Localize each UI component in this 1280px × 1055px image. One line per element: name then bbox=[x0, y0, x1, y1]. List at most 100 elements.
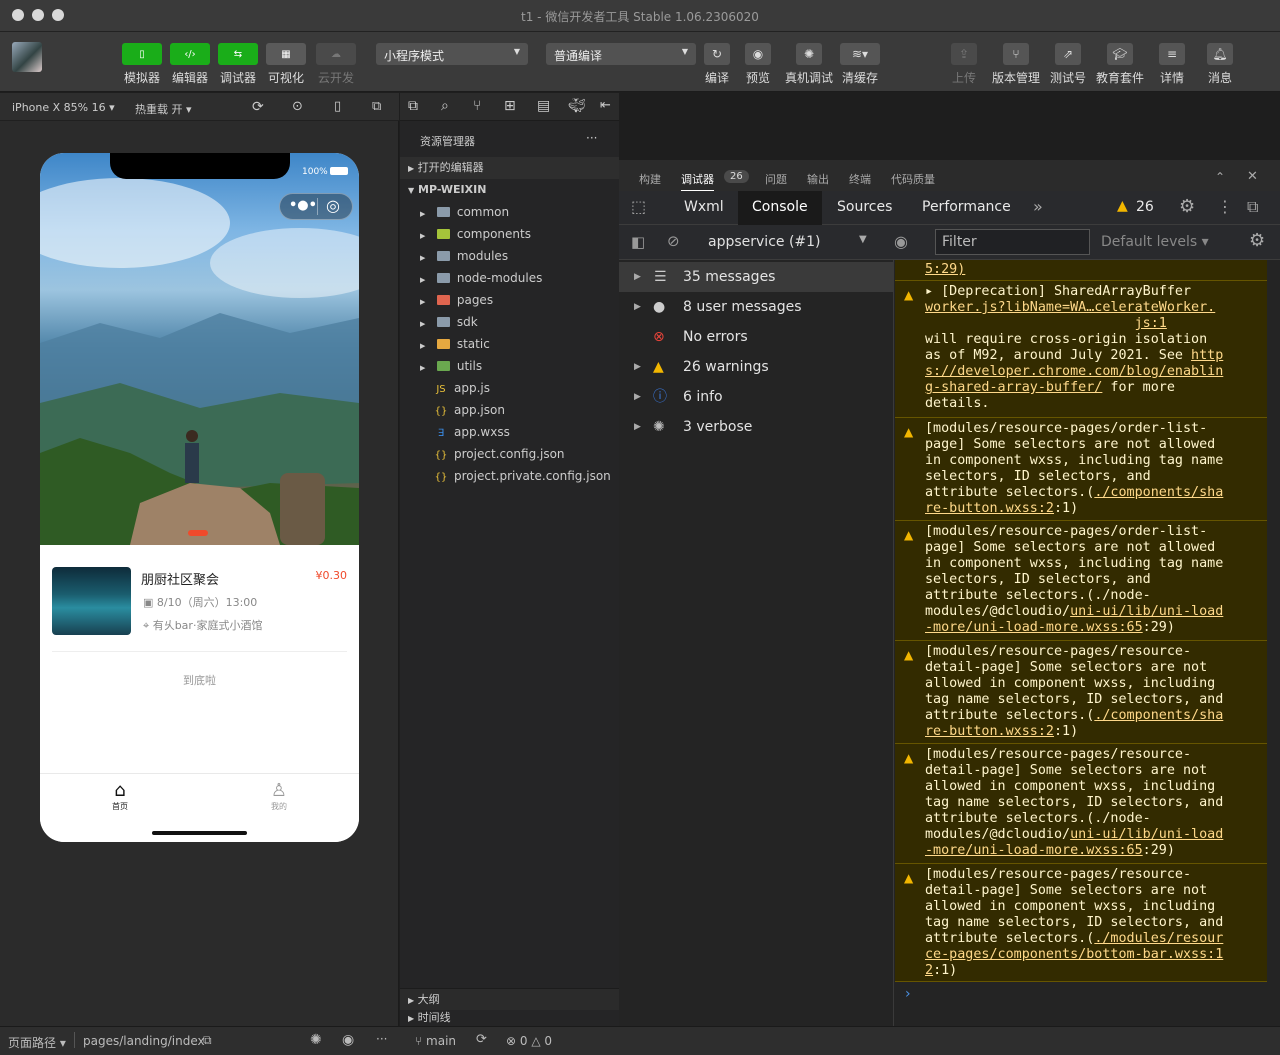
log-levels-select[interactable]: Default levels ▾ bbox=[1101, 234, 1209, 250]
open-editors-section[interactable]: ▶ 打开的编辑器 bbox=[400, 157, 619, 179]
tab-output[interactable]: 输出 bbox=[807, 171, 829, 187]
compile-button[interactable]: ↻ bbox=[704, 43, 730, 65]
tab-debugger[interactable]: 调试器 bbox=[681, 171, 714, 191]
explorer-more-button[interactable]: ··· bbox=[586, 131, 597, 145]
more-dots-icon[interactable]: •●• bbox=[289, 198, 317, 213]
tree-folder[interactable]: ▶ components bbox=[400, 223, 619, 245]
console-warning[interactable]: ▲ [modules/resource-pages/resource- detai… bbox=[895, 864, 1267, 982]
details-button[interactable]: ≡ bbox=[1159, 43, 1185, 65]
console-warning[interactable]: ▲ ▸ [Deprecation] SharedArrayBuffer worke… bbox=[895, 281, 1267, 418]
version-button[interactable]: ⑂ bbox=[1003, 43, 1029, 65]
copy-icon[interactable]: ⧉ bbox=[203, 1033, 212, 1048]
close-mini-program-icon[interactable]: ◎ bbox=[326, 196, 340, 215]
tab-sources[interactable]: Sources bbox=[837, 199, 892, 215]
messages-button[interactable]: 🔔︎ bbox=[1207, 43, 1233, 65]
tab-build[interactable]: 构建 bbox=[639, 171, 661, 187]
console-settings-icon[interactable]: ⚙ bbox=[1249, 230, 1265, 251]
clear-console-icon[interactable]: ⊘ bbox=[667, 232, 680, 250]
tree-folder[interactable]: ▶ static bbox=[400, 333, 619, 355]
hot-reload-select[interactable]: 热重载 开 ▾ bbox=[135, 101, 192, 117]
collapse-panel-icon[interactable]: ⇤ bbox=[600, 98, 611, 113]
simulator-toggle-button[interactable]: ▯ bbox=[122, 43, 162, 65]
tree-folder[interactable]: ▶ sdk bbox=[400, 311, 619, 333]
project-root[interactable]: ▼ MP-WEIXIN bbox=[400, 179, 619, 201]
sidebar-item-info[interactable]: ▶ ⓘ 6 info bbox=[619, 382, 893, 412]
tab-home[interactable]: ⌂ 首页 bbox=[100, 780, 140, 812]
tree-file[interactable]: ∃ app.wxss bbox=[400, 421, 619, 443]
capsule-menu[interactable]: •●• ◎ bbox=[279, 193, 353, 220]
tree-folder[interactable]: ▶ node-modules bbox=[400, 267, 619, 289]
search-icon[interactable]: ⌕ bbox=[441, 98, 449, 114]
tab-console[interactable]: Console bbox=[752, 199, 808, 215]
console-warning[interactable]: ▲ [modules/resource-pages/order-list- pag… bbox=[895, 521, 1267, 641]
docker-icon[interactable]: 🐳︎ bbox=[568, 98, 586, 114]
user-avatar[interactable] bbox=[12, 42, 42, 72]
sidebar-item-user-messages[interactable]: ▶ ● 8 user messages bbox=[619, 292, 893, 322]
close-icon[interactable]: ✕ bbox=[1247, 169, 1258, 184]
inspect-element-icon[interactable]: ⬚ bbox=[631, 197, 646, 216]
eye-icon[interactable]: ◉ bbox=[342, 1032, 354, 1048]
debugger-toggle-button[interactable]: ⇆ bbox=[218, 43, 258, 65]
tab-performance[interactable]: Performance bbox=[922, 199, 1011, 215]
bug-icon[interactable]: ✺ bbox=[310, 1032, 322, 1048]
edu-suite-button[interactable]: 🎓︎ bbox=[1107, 43, 1133, 65]
tree-file[interactable]: JS app.js bbox=[400, 377, 619, 399]
compile-select[interactable]: 普通编译 ▼ bbox=[546, 43, 696, 65]
event-card[interactable]: 朋厨社区聚会 ¥0.30 ▣ 8/10（周六）13:00 ⌖ 有乆bar·家庭式… bbox=[52, 567, 347, 637]
upload-button[interactable]: ⇪ bbox=[951, 43, 977, 65]
dock-icon[interactable]: ⧉ bbox=[1247, 197, 1258, 217]
sidebar-toggle-icon[interactable]: ◧ bbox=[631, 233, 645, 251]
tree-file[interactable]: {} app.json bbox=[400, 399, 619, 421]
chevron-up-icon[interactable]: ⌃ bbox=[1215, 170, 1225, 184]
sync-icon[interactable]: ⟳ bbox=[476, 1032, 487, 1047]
kebab-menu-icon[interactable]: ⋮ bbox=[1217, 197, 1233, 216]
tab-code-quality[interactable]: 代码质量 bbox=[891, 171, 935, 187]
context-select[interactable]: appservice (#1) bbox=[708, 234, 821, 250]
popout-icon[interactable]: ⧉ bbox=[372, 99, 381, 114]
settings-gear-icon[interactable]: ⚙ bbox=[1179, 196, 1195, 217]
more-icon[interactable]: ··· bbox=[376, 1032, 387, 1046]
sidebar-item-errors[interactable]: ⊗ No errors bbox=[619, 322, 893, 352]
branch-indicator[interactable]: ⑂ main bbox=[415, 1034, 456, 1048]
test-account-button[interactable]: ⇗ bbox=[1055, 43, 1081, 65]
files-icon[interactable]: ⧉ bbox=[408, 98, 418, 114]
tree-folder[interactable]: ▶ utils bbox=[400, 355, 619, 377]
stop-icon[interactable]: ⊙ bbox=[292, 99, 303, 114]
tab-terminal[interactable]: 终端 bbox=[849, 171, 871, 187]
visual-toggle-button[interactable]: ▦ bbox=[266, 43, 306, 65]
tab-wxml[interactable]: Wxml bbox=[684, 199, 724, 215]
tree-file[interactable]: {} project.private.config.json bbox=[400, 465, 619, 487]
remote-debug-button[interactable]: ✺ bbox=[796, 43, 822, 65]
cloud-dev-button[interactable]: ☁ bbox=[316, 43, 356, 65]
sidebar-item-messages[interactable]: ▶ ☰ 35 messages bbox=[619, 262, 893, 292]
sidebar-item-warnings[interactable]: ▶ ▲ 26 warnings bbox=[619, 352, 893, 382]
console-warning[interactable]: ▲ [modules/resource-pages/resource- detai… bbox=[895, 641, 1267, 744]
extensions-icon[interactable]: ⊞ bbox=[504, 98, 516, 114]
warning-count[interactable]: 26 bbox=[1136, 199, 1154, 215]
eye-icon[interactable]: ◉ bbox=[894, 232, 908, 251]
git-icon[interactable]: ⑂ bbox=[473, 98, 481, 114]
device-icon[interactable]: ▯ bbox=[334, 99, 341, 114]
sidebar-item-verbose[interactable]: ▶ ✺ 3 verbose bbox=[619, 412, 893, 442]
outline-section[interactable]: ▶ 大纲 bbox=[400, 988, 619, 1010]
storage-icon[interactable]: ▤ bbox=[537, 98, 550, 114]
problems-indicator[interactable]: ⊗ 0 △ 0 bbox=[506, 1034, 552, 1048]
editor-toggle-button[interactable]: ‹/› bbox=[170, 43, 210, 65]
console-prompt[interactable]: › bbox=[905, 986, 911, 1002]
clear-cache-button[interactable]: ≋▾ bbox=[840, 43, 880, 65]
timeline-section[interactable]: ▶ 时间线 bbox=[400, 1010, 619, 1026]
tree-file[interactable]: {} project.config.json bbox=[400, 443, 619, 465]
console-filter-input[interactable]: Filter bbox=[935, 229, 1090, 255]
tab-problems[interactable]: 问题 bbox=[765, 171, 787, 187]
console-warning[interactable]: ▲ [modules/resource-pages/resource- detai… bbox=[895, 744, 1267, 864]
tree-folder[interactable]: ▶ modules bbox=[400, 245, 619, 267]
page-path-select[interactable]: 页面路径 ▾ bbox=[8, 1034, 66, 1051]
preview-button[interactable]: ◉ bbox=[745, 43, 771, 65]
mode-select[interactable]: 小程序模式 ▼ bbox=[376, 43, 528, 65]
tab-mine[interactable]: ♙ 我的 bbox=[259, 780, 299, 812]
more-tabs-button[interactable]: » bbox=[1033, 197, 1043, 216]
tree-folder[interactable]: ▶ common bbox=[400, 201, 619, 223]
tree-folder[interactable]: ▶ pages bbox=[400, 289, 619, 311]
rotate-icon[interactable]: ⟳ bbox=[252, 99, 264, 115]
console-warning[interactable]: ▲ [modules/resource-pages/order-list- pag… bbox=[895, 418, 1267, 521]
